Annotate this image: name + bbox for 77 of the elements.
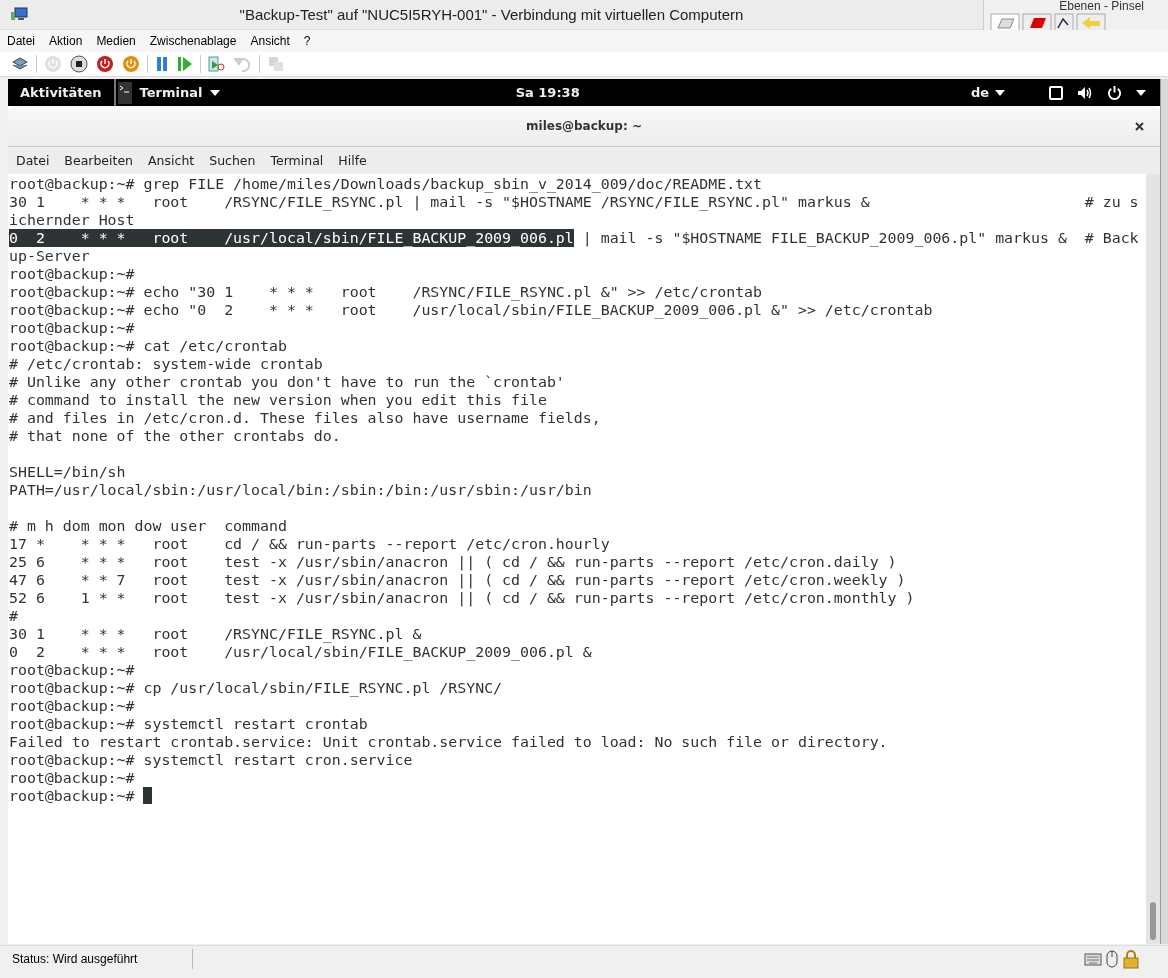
menu-item[interactable]: Medien: [96, 34, 136, 48]
terminal-line: SHELL=/bin/sh: [9, 463, 127, 481]
menu-item[interactable]: Datei: [7, 34, 35, 48]
terminal-line: 47 6 * * 7 root test -x /usr/sbin/anacron || ( cd / && run-parts --report /etc/cron.weekly ): [9, 571, 907, 589]
status-text: Status: Wird ausgeführt: [11, 951, 139, 966]
keyboard-layout-menu[interactable]: de: [970, 85, 1005, 100]
play-icon[interactable]: [177, 56, 193, 72]
scrollbar-thumb[interactable]: [1150, 902, 1156, 940]
terminal-line: up-Server: [9, 247, 91, 265]
terminal-line: | mail -s "$HOSTNAME FILE_BACKUP_2009_006.pl" markus & # Back: [581, 229, 1139, 247]
menu-item[interactable]: Suchen: [209, 153, 256, 168]
terminal-line: Failed to restart crontab.service: Unit crontab.service failed to load: No such file or directory.: [9, 733, 889, 751]
terminal-line: root@backup:~# echo "30 1 * * * root /RSYNC/FILE_RSYNC.pl &" >> /etc/crontab: [9, 283, 764, 301]
terminal-line: root@backup:~#: [9, 319, 136, 337]
terminal-line: root@backup:~# echo "0 2 * * * root /usr/local/sbin/FILE_BACKUP_2009_006.pl &" >> /etc/crontab: [9, 301, 934, 319]
terminal-line: root@backup:~# cat /etc/crontab: [9, 337, 288, 355]
terminal-line: 0 2 * * * root /usr/local/sbin/FILE_BACKUP_2009_006.pl &: [9, 643, 593, 661]
network-icon[interactable]: [11, 56, 29, 72]
terminal-line: PATH=/usr/local/sbin:/usr/local/bin:/sbin:/bin:/usr/sbin:/usr/bin: [9, 481, 593, 499]
terminal-line: # Unlike any other crontab you don't have to run the `crontab': [9, 373, 566, 391]
terminal-line: 30 1 * * * root /RSYNC/FILE_RSYNC.pl &: [9, 625, 423, 643]
window-title: "Backup-Test" auf "NUC5I5RYH-001" - Verbindung mit virtuellen Computern: [238, 6, 745, 23]
terminal-line: # that none of the other crontabs do.: [9, 427, 342, 445]
caret-icon: [210, 89, 221, 96]
terminal-line: root@backup:~# grep FILE /home/miles/Downloads/backup_sbin_v_2014_009/doc/README.txt: [9, 175, 764, 193]
selected-text: 0 2 * * * root /usr/local/sbin/FILE_BACKUP_2009_006.pl: [9, 229, 574, 247]
menu-item[interactable]: Datei: [16, 153, 50, 168]
terminal-line: 30 1 * * * root /RSYNC/FILE_RSYNC.pl | mail -s "$HOSTNAME /RSYNC/FILE_RSYNC.pl" markus & # zu s: [9, 193, 1140, 211]
terminal-line: #: [9, 607, 19, 625]
menu-item[interactable]: Ansicht: [250, 34, 290, 48]
terminal-line: root@backup:~#: [9, 265, 136, 283]
layer-icon[interactable]: [990, 13, 1020, 30]
terminal-line: root@backup:~#: [9, 769, 136, 787]
text-cursor: [143, 787, 153, 804]
terminal-line: 17 * * * * root cd / && run-parts --report /etc/cron.hourly: [9, 535, 611, 553]
terminal-line: root@backup:~#: [9, 697, 136, 715]
keyboard-icon[interactable]: [1084, 950, 1102, 967]
lock-icon[interactable]: [1122, 948, 1140, 969]
activities-button[interactable]: Aktivitäten: [8, 85, 114, 100]
power-icon[interactable]: [96, 55, 114, 73]
terminal-line: ichernder Host: [9, 211, 136, 229]
caret-icon[interactable]: [1136, 89, 1146, 96]
stop-icon[interactable]: [70, 55, 88, 73]
terminal-title: miles@backup: ~: [526, 119, 642, 133]
menu-item[interactable]: Terminal: [270, 153, 324, 168]
terminal-icon: [117, 81, 132, 104]
menu-item[interactable]: Aktion: [49, 34, 83, 48]
monitor-icon: [10, 6, 28, 23]
terminal-line: root@backup:~# systemctl restart cron.service: [9, 751, 414, 769]
menu-item[interactable]: Ansicht: [148, 153, 195, 168]
terminal-line: # m h dom mon dow user command: [9, 517, 288, 535]
close-icon[interactable]: [1135, 121, 1144, 131]
terminal-line: 25 6 * * * root test -x /usr/sbin/anacron || ( cd / && run-parts --report /etc/cron.daily ): [9, 553, 898, 571]
terminal-line: root@backup:~#: [9, 661, 136, 679]
snapshot-icon[interactable]: [208, 55, 226, 73]
path-icon[interactable]: [1054, 13, 1074, 30]
clock[interactable]: Sa 19:38: [515, 85, 580, 100]
menu-item[interactable]: Zwischenablage: [149, 34, 237, 48]
menu-item[interactable]: ?: [303, 34, 311, 48]
window-icon[interactable]: [1049, 85, 1063, 100]
terminal-prompt: root@backup:~#: [9, 787, 136, 805]
pause-icon[interactable]: [155, 56, 169, 72]
terminal-line: # and files in /etc/cron.d. These files also have username fields,: [9, 409, 602, 427]
power-icon[interactable]: [1107, 85, 1122, 100]
terminal-line: 52 6 1 * * root test -x /usr/sbin/anacron || ( cd / && run-parts --report /etc/cron.monthly ): [9, 589, 916, 607]
panel-title: Ebenen - Pinsel: [1059, 0, 1144, 13]
terminal-line: # /etc/crontab: system-wide crontab: [9, 355, 324, 373]
caret-icon: [995, 89, 1005, 96]
volume-icon[interactable]: [1077, 85, 1093, 100]
mouse-icon[interactable]: [1105, 949, 1119, 968]
scrollbar[interactable]: [1146, 174, 1160, 944]
terminal-line: root@backup:~# systemctl restart crontab: [9, 715, 369, 733]
terminal-line: # command to install the new version when you edit this file: [9, 391, 548, 409]
menu-item[interactable]: Bearbeiten: [64, 153, 134, 168]
terminal-line: root@backup:~# cp /usr/local/sbin/FILE_RSYNC.pl /RSYNC/: [9, 679, 504, 697]
menu-item[interactable]: Hilfe: [338, 153, 367, 168]
layer-icon[interactable]: [1022, 13, 1052, 30]
